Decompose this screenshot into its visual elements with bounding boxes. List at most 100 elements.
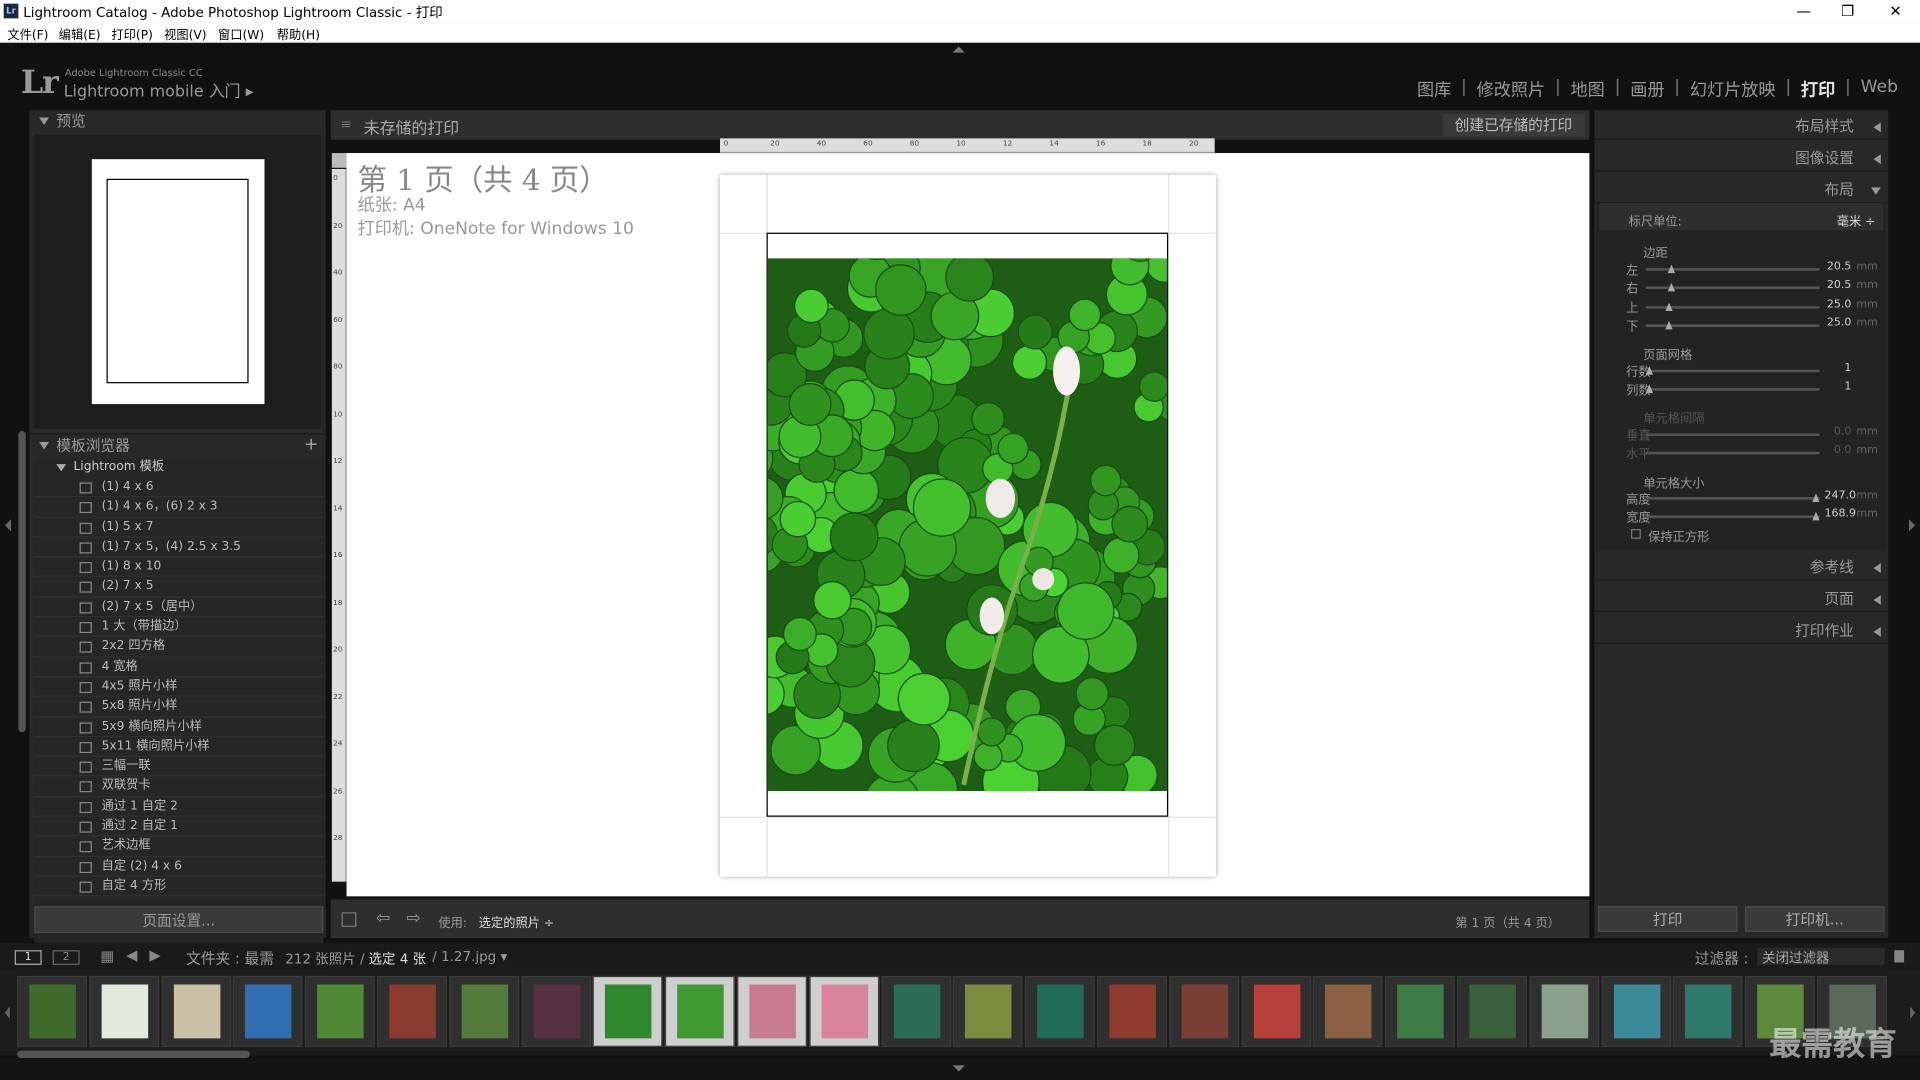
filmstrip-thumbnail[interactable] (305, 975, 375, 1047)
template-item[interactable]: 4x5 照片小样 (34, 677, 324, 698)
next-page-icon[interactable]: ⇨ (407, 909, 421, 929)
module-develop[interactable]: 修改照片 (1467, 77, 1555, 101)
template-item[interactable]: (2) 7 x 5 (34, 577, 324, 598)
slider-thumb[interactable] (1645, 366, 1654, 375)
back-icon[interactable]: ◀ (126, 947, 137, 964)
filmstrip-thumbnail[interactable] (737, 975, 807, 1047)
keep-square-checkbox[interactable] (1631, 528, 1641, 539)
module-print[interactable]: 打印 (1791, 77, 1845, 101)
template-item[interactable]: (1) 8 x 10 (34, 557, 324, 578)
cellsize-value[interactable]: 168.9 (1825, 508, 1857, 520)
template-item[interactable]: (1) 5 x 7 (34, 517, 324, 538)
menu-file[interactable]: 文件(F) (7, 24, 48, 42)
template-item[interactable]: 4 宽格 (34, 657, 324, 678)
slider-thumb[interactable] (1667, 264, 1675, 274)
menu-print[interactable]: 打印(P) (111, 24, 152, 42)
margins-slider[interactable] (1645, 282, 1820, 292)
template-item[interactable]: (1) 7 x 5，(4) 2.5 x 3.5 (34, 537, 324, 558)
left-scrollbar[interactable] (18, 431, 26, 733)
filmstrip-thumbnail[interactable] (593, 975, 663, 1047)
identity-line2[interactable]: Lightroom mobile 入门 ▸ (64, 78, 254, 101)
margin-guide[interactable] (720, 816, 1216, 818)
slider-thumb[interactable] (1667, 282, 1675, 292)
template-folder[interactable]: Lightroom 模板 (34, 458, 323, 478)
print-button[interactable]: 打印 (1597, 906, 1738, 932)
template-item[interactable]: 艺术边框 (34, 837, 324, 857)
page-header[interactable]: 页面 (1594, 585, 1889, 613)
collapse-top-icon[interactable] (952, 46, 965, 53)
spacing-value[interactable]: 0.0 (1825, 444, 1852, 456)
module-web[interactable]: Web (1851, 77, 1908, 101)
template-item[interactable]: 2x2 四方格 (34, 637, 324, 658)
preview-header[interactable]: 预览 (29, 110, 325, 132)
module-library[interactable]: 图库 (1407, 77, 1461, 101)
filmstrip-thumbnail[interactable] (1241, 975, 1311, 1047)
margins-value[interactable]: 20.5 (1825, 261, 1852, 273)
margins-slider[interactable] (1645, 302, 1820, 312)
template-item[interactable]: 三幅一联 (34, 757, 324, 777)
slider-thumb[interactable] (1812, 493, 1820, 503)
printer-button[interactable]: 打印机... (1744, 906, 1885, 932)
main-window-button[interactable]: 1 (14, 950, 42, 965)
template-item[interactable]: 自定 (2) 4 x 6 (34, 857, 324, 877)
filmstrip-thumbnail[interactable] (1673, 975, 1743, 1047)
spacing-slider[interactable] (1645, 451, 1820, 455)
stop-icon[interactable] (341, 912, 357, 927)
filmstrip-thumbnail[interactable] (809, 975, 879, 1047)
margins-slider[interactable] (1645, 320, 1820, 330)
template-item[interactable]: 通过 2 自定 1 (34, 817, 324, 837)
forward-icon[interactable]: ▶ (149, 947, 160, 964)
guides-header[interactable]: 参考线 (1594, 553, 1889, 581)
filmstrip-thumbnail[interactable] (17, 975, 87, 1047)
module-book[interactable]: 画册 (1620, 77, 1674, 101)
collapse-bottom-icon[interactable] (952, 1065, 965, 1072)
filmstrip-thumbnail[interactable] (1457, 975, 1527, 1047)
menu-edit[interactable]: 编辑(E) (59, 24, 101, 42)
margins-value[interactable]: 25.0 (1825, 317, 1852, 329)
filmstrip-thumbnail[interactable] (665, 975, 735, 1047)
filmstrip-thumbnail[interactable] (1313, 975, 1383, 1047)
module-map[interactable]: 地图 (1561, 77, 1615, 101)
collapse-left-icon[interactable] (4, 519, 12, 532)
collapse-right-icon[interactable] (1908, 519, 1916, 532)
grid-value[interactable]: 1 (1825, 381, 1851, 393)
filmstrip-right-icon[interactable] (1910, 1006, 1916, 1019)
template-item[interactable]: 5x11 横向照片小样 (34, 737, 324, 757)
maximize-button[interactable]: ❐ (1826, 0, 1870, 22)
menu-icon[interactable]: ≡ (340, 116, 351, 132)
print-job-header[interactable]: 打印作业 (1594, 617, 1889, 645)
template-item[interactable]: (1) 4 x 6 (34, 478, 324, 498)
template-item[interactable]: 5x9 横向照片小样 (34, 717, 324, 737)
filmstrip-thumbnail[interactable] (1529, 975, 1599, 1047)
source-label[interactable]: 文件夹 : 最需 (186, 948, 274, 969)
filmstrip-thumbnail[interactable] (1025, 975, 1095, 1047)
filmstrip-thumbnail[interactable] (1169, 975, 1239, 1047)
filmstrip-thumbnail[interactable] (233, 975, 303, 1047)
photo-clover[interactable] (767, 258, 1167, 792)
slider-thumb[interactable] (1812, 511, 1820, 521)
grid-value[interactable]: 1 (1825, 362, 1851, 374)
template-item[interactable]: 5x8 照片小样 (34, 697, 324, 718)
cellsize-slider[interactable] (1645, 511, 1820, 521)
margin-guide[interactable] (1168, 175, 1170, 877)
filmstrip-left-icon[interactable] (4, 1006, 10, 1019)
image-cell[interactable] (766, 232, 1169, 817)
layout-header[interactable]: 布局 (1594, 176, 1889, 204)
filmstrip-thumbnail[interactable] (1601, 975, 1671, 1047)
filmstrip-thumbnail[interactable] (377, 975, 447, 1047)
ruler-units-select[interactable]: 毫米 ÷ (1837, 211, 1876, 229)
spacing-slider[interactable] (1645, 433, 1820, 436)
template-item[interactable]: (2) 7 x 5（居中） (34, 597, 324, 618)
close-button[interactable]: ✕ (1873, 0, 1917, 22)
create-saved-print-button[interactable]: 创建已存储的打印 (1442, 113, 1585, 136)
cellsize-slider[interactable] (1645, 493, 1820, 503)
module-slideshow[interactable]: 幻灯片放映 (1680, 77, 1785, 101)
template-browser-header[interactable]: 模板浏览器 + (29, 433, 326, 455)
template-item[interactable]: 1 大（带描边） (34, 617, 324, 638)
add-template-icon[interactable]: + (304, 435, 318, 455)
filter-lock-icon[interactable] (1894, 950, 1905, 963)
margins-value[interactable]: 25.0 (1825, 299, 1852, 311)
slider-thumb[interactable] (1665, 320, 1674, 330)
filmstrip-thumbnail[interactable] (953, 975, 1023, 1047)
spacing-value[interactable]: 0.0 (1825, 426, 1852, 438)
